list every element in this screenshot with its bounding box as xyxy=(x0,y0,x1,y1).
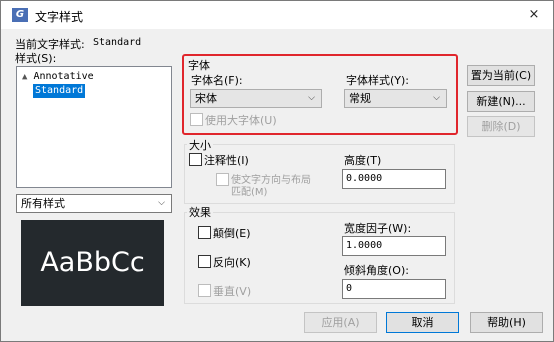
style-filter-value: 所有样式 xyxy=(21,197,65,210)
styles-list[interactable]: ▲ Annotative Standard xyxy=(16,66,172,188)
current-style-value: Standard xyxy=(93,37,142,48)
apply-button[interactable]: 应用(A) xyxy=(304,312,377,333)
backwards-checkbox[interactable] xyxy=(198,255,211,268)
list-item-label: Standard xyxy=(35,85,84,96)
title-bar: G 文字样式 × xyxy=(1,1,553,29)
height-input[interactable]: 0.0000 xyxy=(342,169,446,189)
style-filter-select[interactable]: 所有样式 ⌵ xyxy=(16,194,172,213)
backwards-label: 反向(K) xyxy=(213,256,251,269)
new-button[interactable]: 新建(N)... xyxy=(467,91,535,112)
cancel-button[interactable]: 取消 xyxy=(386,312,459,333)
font-preview: AaBbCc xyxy=(21,220,164,306)
chevron-down-icon: ⌵ xyxy=(158,198,165,208)
help-button[interactable]: 帮助(H) xyxy=(470,312,543,333)
annotative-label: 注释性(I) xyxy=(204,154,249,167)
size-group-label: 大小 xyxy=(187,137,213,153)
set-current-button[interactable]: 置为当前(C) xyxy=(467,65,535,86)
oblique-label: 倾斜角度(O): xyxy=(344,264,409,277)
match-orientation-label-line2: 匹配(M) xyxy=(231,187,268,198)
text-style-dialog: G 文字样式 × 当前文字样式: Standard 样式(S): ▲ Annot… xyxy=(0,0,554,342)
height-label: 高度(T) xyxy=(344,154,382,167)
app-logo-icon: G xyxy=(12,8,28,22)
annotative-icon: ▲ xyxy=(22,72,28,82)
list-item-label: Annotative xyxy=(33,71,94,82)
close-button[interactable]: × xyxy=(522,4,546,26)
match-orientation-checkbox[interactable] xyxy=(216,173,229,186)
delete-button[interactable]: 删除(D) xyxy=(467,116,535,137)
annotative-checkbox[interactable] xyxy=(189,153,202,166)
vertical-label: 垂直(V) xyxy=(213,285,252,298)
list-item[interactable]: ▲ Annotative xyxy=(20,70,96,84)
effects-group-label: 效果 xyxy=(187,204,213,220)
list-item[interactable]: Standard xyxy=(33,84,86,98)
upside-down-checkbox[interactable] xyxy=(198,226,211,239)
width-factor-label: 宽度因子(W): xyxy=(344,222,412,235)
styles-label: 样式(S): xyxy=(15,52,57,65)
width-factor-input[interactable]: 1.0000 xyxy=(342,236,446,256)
window-title: 文字样式 xyxy=(35,10,84,24)
oblique-input[interactable]: 0 xyxy=(342,279,446,299)
vertical-checkbox[interactable] xyxy=(198,284,211,297)
highlight-box xyxy=(182,54,458,135)
upside-down-label: 颠倒(E) xyxy=(213,227,251,240)
